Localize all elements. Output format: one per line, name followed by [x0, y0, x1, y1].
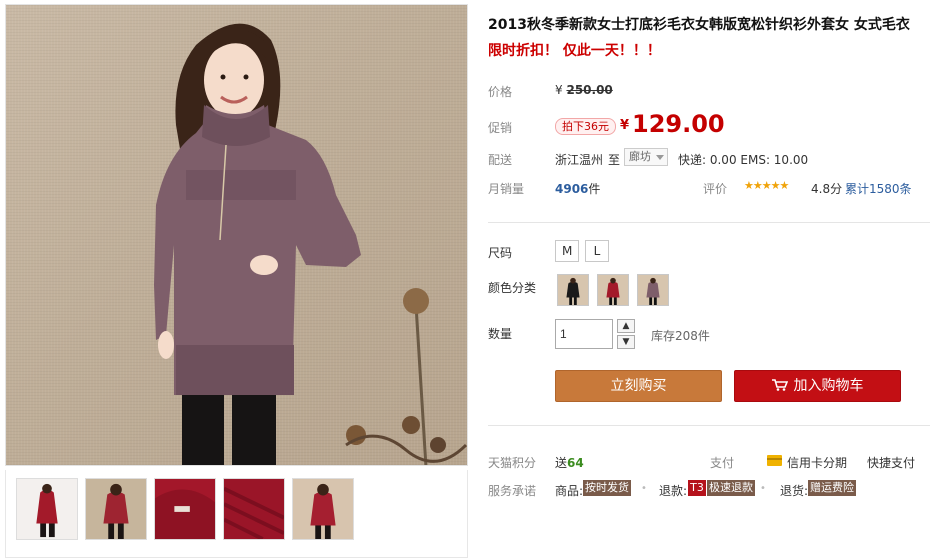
promo-currency: ¥ [620, 118, 630, 133]
shipping-insurance-tag[interactable]: 赠运费险 [808, 480, 856, 496]
monthly-sales: 4906件 [555, 180, 600, 197]
chevron-down-icon [656, 155, 664, 160]
star-rating-icon: ★★★★★ [744, 179, 789, 192]
quantity-input[interactable]: 1 [555, 319, 613, 349]
promo-badge: 拍下36元 [555, 118, 616, 135]
quantity-decrease-button[interactable]: ▼ [617, 335, 635, 349]
buy-now-button[interactable]: 立刻购买 [555, 370, 722, 402]
ship-to-label: 至 [608, 153, 621, 167]
credit-card-icon [767, 455, 782, 466]
thumbnail-5[interactable] [292, 478, 354, 540]
service-promise-label: 服务承诺 [488, 484, 537, 498]
destination-value: 廊坊 [629, 150, 651, 163]
shipping-label: 配送 [488, 153, 513, 167]
rating-score: 4.8分 [811, 182, 843, 196]
color-swatch-red[interactable] [597, 274, 629, 306]
original-currency: ¥ [555, 83, 563, 97]
thumbnail-3[interactable] [154, 478, 216, 540]
color-swatch-black[interactable] [557, 274, 589, 306]
t3-badge: T3 [688, 480, 706, 496]
goods-label: 商品: [555, 484, 584, 498]
refund-label: 退款: [659, 484, 688, 498]
shipping-cost: 快递: 0.00 EMS: 10.00 [678, 153, 809, 167]
quantity-label: 数量 [488, 327, 513, 341]
return-label: 退货: [780, 484, 809, 498]
add-to-cart-button[interactable]: 加入购物车 [734, 370, 901, 402]
review-count-link[interactable]: 累计1580条 [845, 180, 912, 197]
fast-refund-tag[interactable]: 极速退款 [707, 480, 755, 496]
size-option-m[interactable]: M [555, 240, 580, 262]
destination-select[interactable]: 廊坊 [624, 148, 668, 166]
thumbnail-2[interactable] [85, 478, 147, 540]
points-prefix: 送 [555, 456, 568, 470]
add-to-cart-label: 加入购物车 [793, 378, 864, 394]
promo-label: 促销 [488, 121, 513, 135]
points-label: 天猫积分 [488, 456, 537, 470]
color-label: 颜色分类 [488, 281, 537, 295]
original-price-value: 250.00 [566, 83, 613, 97]
separator-dot: • [641, 483, 647, 494]
quick-payment[interactable]: 快捷支付 [867, 454, 915, 471]
divider [488, 222, 930, 223]
monthly-sales-unit: 件 [588, 182, 601, 196]
quantity-increase-button[interactable]: ▲ [617, 319, 635, 333]
stock-count: 库存208件 [651, 329, 710, 343]
promo-price-value: 129.00 [632, 110, 725, 138]
thumbnail-4[interactable] [223, 478, 285, 540]
product-title: 2013秋冬季新款女士打底衫毛衣女韩版宽松针织衫外套女 女式毛衣 [488, 17, 910, 33]
thumbnail-strip [5, 470, 468, 558]
payment-label: 支付 [710, 456, 735, 470]
ship-origin: 浙江温州 [555, 153, 604, 167]
on-time-shipping-tag[interactable]: 按时发货 [583, 480, 631, 496]
monthly-sales-count: 4906 [555, 182, 589, 196]
points-number: 64 [567, 456, 584, 470]
monthly-sales-label: 月销量 [488, 182, 525, 196]
installment-payment[interactable]: 信用卡分期 [787, 454, 847, 471]
original-price: ¥ 250.00 [555, 83, 613, 97]
cart-icon [771, 379, 788, 391]
size-option-l[interactable]: L [585, 240, 609, 262]
divider [488, 425, 930, 426]
main-product-photo[interactable] [5, 4, 468, 466]
size-label: 尺码 [488, 246, 513, 260]
model-in-sweater-dress [154, 23, 467, 465]
points-value: 送64 [555, 454, 584, 471]
price-label: 价格 [488, 85, 513, 99]
color-swatch-purple[interactable] [637, 274, 669, 306]
promo-subtitle: 限时折扣！ 仅此一天！！！ [488, 43, 661, 59]
separator-dot: • [760, 483, 766, 494]
rating-label: 评价 [703, 182, 728, 196]
thumbnail-1[interactable] [16, 478, 78, 540]
